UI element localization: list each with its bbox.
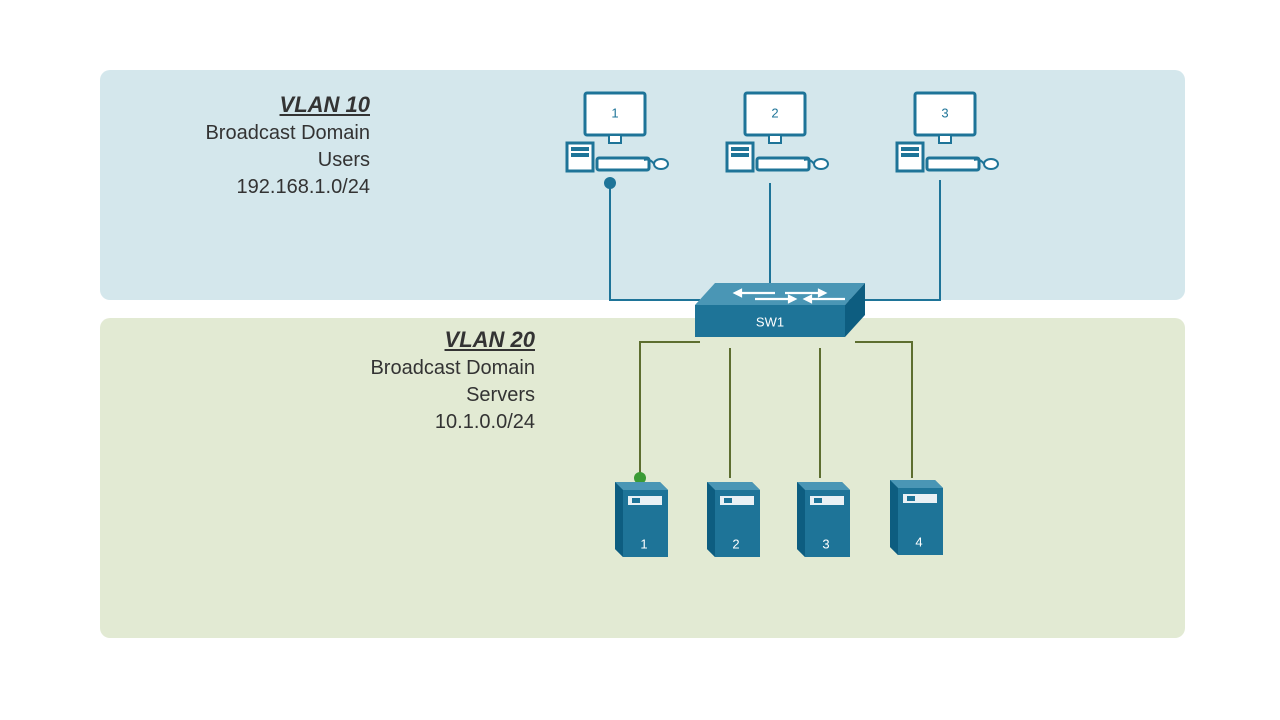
pc-number: 1: [611, 105, 618, 120]
pc-number: 2: [771, 105, 778, 120]
vlan20-links: [640, 342, 912, 478]
pc-number: 3: [941, 105, 948, 120]
server-number: 1: [640, 536, 647, 551]
server-number: 2: [732, 536, 739, 551]
server-icon-2: 2: [707, 482, 760, 557]
switch-icon: SW1: [695, 283, 865, 337]
vlan10-link-dot: [604, 177, 616, 189]
vlan10-links: [610, 180, 940, 300]
switch-label: SW1: [756, 314, 784, 329]
server-icon-1: 1: [615, 482, 668, 557]
pc-icon-2: 2: [727, 93, 828, 171]
pc-icon-3: 3: [897, 93, 998, 171]
topology-diagram: SW1 1 2 3 1 2 3 4: [0, 0, 1280, 720]
server-number: 4: [915, 534, 922, 549]
server-number: 3: [822, 536, 829, 551]
pc-icon-1: 1: [567, 93, 668, 171]
server-icon-4: 4: [890, 480, 943, 555]
server-icon-3: 3: [797, 482, 850, 557]
